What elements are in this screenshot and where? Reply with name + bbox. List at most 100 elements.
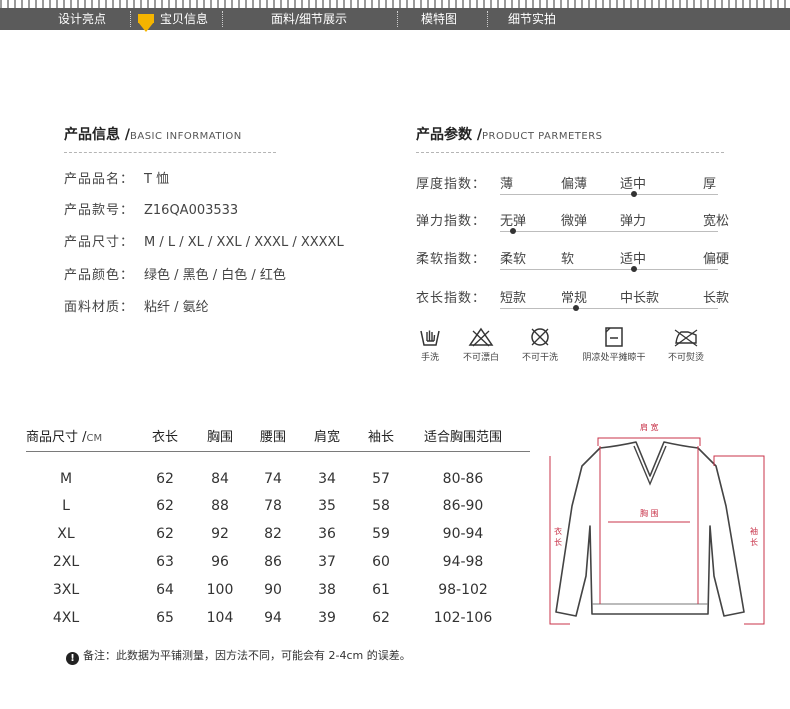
nav-item-detail-photos[interactable]: 细节实拍 bbox=[508, 8, 556, 30]
param-selected-dot bbox=[510, 228, 516, 234]
size-table-cell: 94-98 bbox=[442, 554, 484, 570]
param-scale-line bbox=[500, 308, 718, 309]
param-option: 偏薄 bbox=[561, 177, 588, 192]
param-option: 厚 bbox=[703, 177, 717, 192]
nav-separator bbox=[487, 11, 488, 27]
size-table-divider bbox=[26, 451, 530, 452]
param-option: 微弹 bbox=[561, 214, 588, 229]
size-table-cell: 36 bbox=[318, 526, 336, 542]
size-table-cell: 98-102 bbox=[438, 582, 488, 598]
size-table-cell: 62 bbox=[156, 498, 174, 514]
param-option: 宽松 bbox=[703, 214, 730, 229]
size-table-cell: 37 bbox=[318, 554, 336, 570]
size-table-cell: 78 bbox=[264, 498, 282, 514]
diagram-length-label: 衣长 bbox=[554, 527, 562, 547]
info-row-name: 产品品名： T 恤 bbox=[64, 172, 170, 187]
param-option: 软 bbox=[561, 252, 575, 267]
size-table-cell: 63 bbox=[156, 554, 174, 570]
size-table-cell: 65 bbox=[156, 610, 174, 626]
size-row-label: 4XL bbox=[52, 610, 80, 626]
param-scale-line bbox=[500, 269, 718, 270]
param-option: 偏硬 bbox=[703, 252, 730, 267]
size-table-cell: 82 bbox=[264, 526, 282, 542]
size-table-cell: 64 bbox=[156, 582, 174, 598]
size-table-cell: 92 bbox=[211, 526, 229, 542]
size-col-length: 衣长 bbox=[151, 430, 178, 445]
param-label: 厚度指数： bbox=[416, 177, 487, 192]
param-option: 长款 bbox=[703, 291, 730, 306]
size-table-cell: 34 bbox=[318, 471, 336, 487]
care-hand-wash: 手洗 bbox=[414, 326, 446, 363]
size-table-cell: 74 bbox=[264, 471, 282, 487]
param-option: 薄 bbox=[500, 177, 514, 192]
param-label: 衣长指数： bbox=[416, 291, 487, 306]
size-row-label: 3XL bbox=[52, 582, 80, 598]
size-table-cell: 88 bbox=[211, 498, 229, 514]
size-table-cell: 102-106 bbox=[433, 610, 493, 626]
measurement-diagram: 肩 宽 胸 围 衣长 袖长 bbox=[548, 416, 770, 628]
size-table-cell: 62 bbox=[372, 610, 390, 626]
note-text: 备注：此数据为平铺测量，因方法不同，可能会有 2-4cm 的误差。 bbox=[83, 649, 411, 662]
diagram-sleeve-label: 袖长 bbox=[750, 527, 758, 547]
hand-wash-icon bbox=[420, 330, 440, 346]
size-col-chest: 胸围 bbox=[206, 430, 233, 445]
size-table-cell: 104 bbox=[206, 610, 234, 626]
size-col-shoulder: 肩宽 bbox=[313, 430, 340, 445]
care-no-dry-clean: 不可干洗 bbox=[517, 326, 563, 363]
size-table-cell: 62 bbox=[156, 471, 174, 487]
dry-flat-shade-icon bbox=[605, 327, 623, 347]
param-selected-dot bbox=[631, 266, 637, 272]
size-table-cell: 39 bbox=[318, 610, 336, 626]
nav-item-fabric[interactable]: 面料/细节展示 bbox=[271, 8, 347, 30]
size-row-label: L bbox=[62, 498, 70, 514]
measurement-note: ! 备注：此数据为平铺测量，因方法不同，可能会有 2-4cm 的误差。 bbox=[66, 647, 411, 665]
care-no-bleach: 不可漂白 bbox=[458, 326, 504, 363]
param-scale-line bbox=[500, 194, 718, 195]
info-row-material: 面料材质： 粘纤 / 氨纶 bbox=[64, 300, 209, 315]
size-table-cell: 84 bbox=[211, 471, 229, 487]
no-iron-icon bbox=[674, 329, 698, 347]
param-option: 适中 bbox=[620, 177, 647, 192]
param-selected-dot bbox=[573, 305, 579, 311]
nav-separator bbox=[130, 11, 131, 27]
nav-separator bbox=[222, 11, 223, 27]
size-table-header-label: 商品尺寸 /CM bbox=[26, 430, 103, 445]
size-table-cell: 62 bbox=[156, 526, 174, 542]
param-option: 柔软 bbox=[500, 252, 527, 267]
param-option: 无弹 bbox=[500, 214, 527, 229]
info-row-code: 产品款号： Z16QA003533 bbox=[64, 203, 239, 218]
param-label: 弹力指数： bbox=[416, 214, 487, 229]
param-option: 短款 bbox=[500, 291, 527, 306]
nav-item-model[interactable]: 模特图 bbox=[421, 8, 457, 30]
diagram-shoulder-label: 肩 宽 bbox=[640, 423, 659, 432]
size-table-cell: 80-86 bbox=[442, 471, 484, 487]
size-table-cell: 90-94 bbox=[442, 526, 484, 542]
param-label: 柔软指数： bbox=[416, 252, 487, 267]
size-table-cell: 86 bbox=[264, 554, 282, 570]
size-row-label: 2XL bbox=[52, 554, 80, 570]
param-option: 弹力 bbox=[620, 214, 647, 229]
size-table-cell: 61 bbox=[372, 582, 390, 598]
size-table-cell: 90 bbox=[264, 582, 282, 598]
params-divider bbox=[416, 152, 724, 153]
size-table-cell: 35 bbox=[318, 498, 336, 514]
info-section-title: 产品信息 /BASIC INFORMATION bbox=[64, 127, 242, 143]
param-option: 常规 bbox=[561, 291, 588, 306]
nav-item-design[interactable]: 设计亮点 bbox=[58, 8, 106, 30]
size-table-cell: 94 bbox=[264, 610, 282, 626]
nav-decor-pattern bbox=[0, 0, 790, 8]
size-table-cell: 100 bbox=[206, 582, 234, 598]
nav-item-product-info[interactable]: 宝贝信息 bbox=[160, 8, 208, 30]
nav-bar: 设计亮点 宝贝信息 面料/细节展示 模特图 细节实拍 bbox=[0, 8, 790, 30]
param-selected-dot bbox=[631, 191, 637, 197]
size-col-fit-chest: 适合胸围范围 bbox=[423, 430, 502, 445]
size-col-waist: 腰围 bbox=[259, 430, 286, 445]
size-row-label: XL bbox=[57, 526, 75, 542]
size-table-cell: 57 bbox=[372, 471, 390, 487]
info-row-size: 产品尺寸： M / L / XL / XXL / XXXL / XXXXL bbox=[64, 235, 344, 250]
size-table-cell: 60 bbox=[372, 554, 390, 570]
info-divider bbox=[64, 152, 276, 153]
size-row-label: M bbox=[59, 471, 73, 487]
param-scale-line bbox=[500, 231, 718, 232]
size-table-cell: 38 bbox=[318, 582, 336, 598]
